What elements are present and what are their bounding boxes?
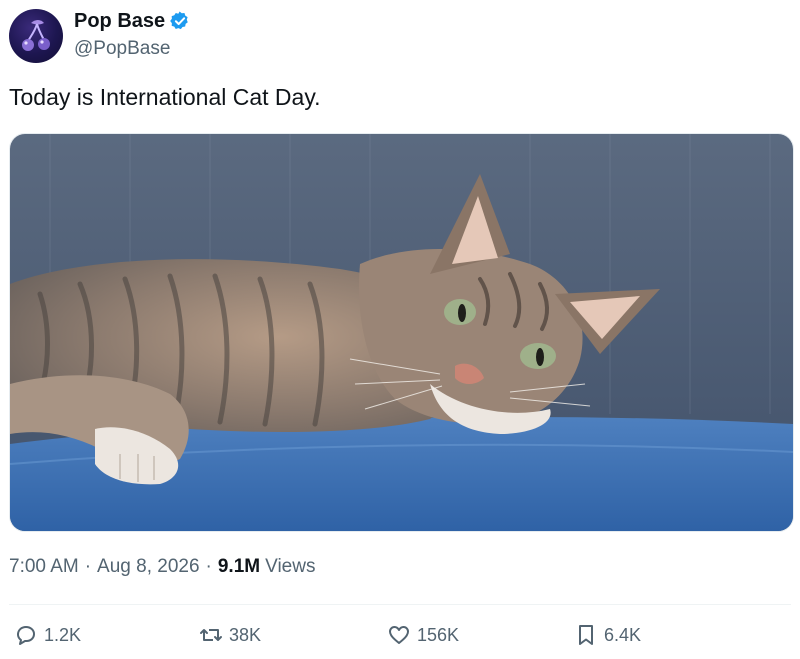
like-count: 156K: [417, 624, 460, 645]
repost-icon: [200, 629, 222, 641]
display-name[interactable]: Pop Base: [74, 10, 165, 33]
separator: ·: [84, 556, 92, 577]
verified-badge-icon: [170, 11, 188, 30]
tweet-text: Today is International Cat Day.: [9, 84, 321, 110]
tweet-meta: 7:00 AM · Aug 8, 2026 · 9.1M Views: [9, 556, 315, 578]
handle[interactable]: @PopBase: [74, 38, 170, 60]
bookmark-icon: [579, 625, 593, 645]
reply-icon: [17, 626, 35, 645]
heart-icon: [389, 626, 409, 644]
bookmark-button[interactable]: 6.4K: [574, 620, 641, 650]
reply-button[interactable]: 1.2K: [14, 620, 81, 650]
repost-button[interactable]: 38K: [199, 620, 261, 650]
views-count[interactable]: 9.1M: [218, 556, 260, 578]
tweet-media[interactable]: [9, 133, 794, 532]
like-button[interactable]: 156K: [387, 620, 459, 650]
cherry-logo-icon: [22, 20, 50, 51]
divider: [9, 604, 791, 605]
tweet-time[interactable]: 7:00 AM: [9, 556, 79, 578]
avatar[interactable]: [9, 9, 63, 63]
separator: ·: [205, 556, 212, 577]
repost-count: 38K: [229, 624, 262, 645]
bookmark-count: 6.4K: [604, 624, 642, 645]
tweet-date[interactable]: Aug 8, 2026: [97, 556, 199, 578]
cat-photo: [10, 134, 793, 531]
reply-count: 1.2K: [44, 624, 82, 645]
views-label: Views: [265, 556, 316, 577]
action-bar: 1.2K 38K 156K 6.4K: [0, 620, 800, 650]
name-row: Pop Base: [74, 9, 191, 33]
